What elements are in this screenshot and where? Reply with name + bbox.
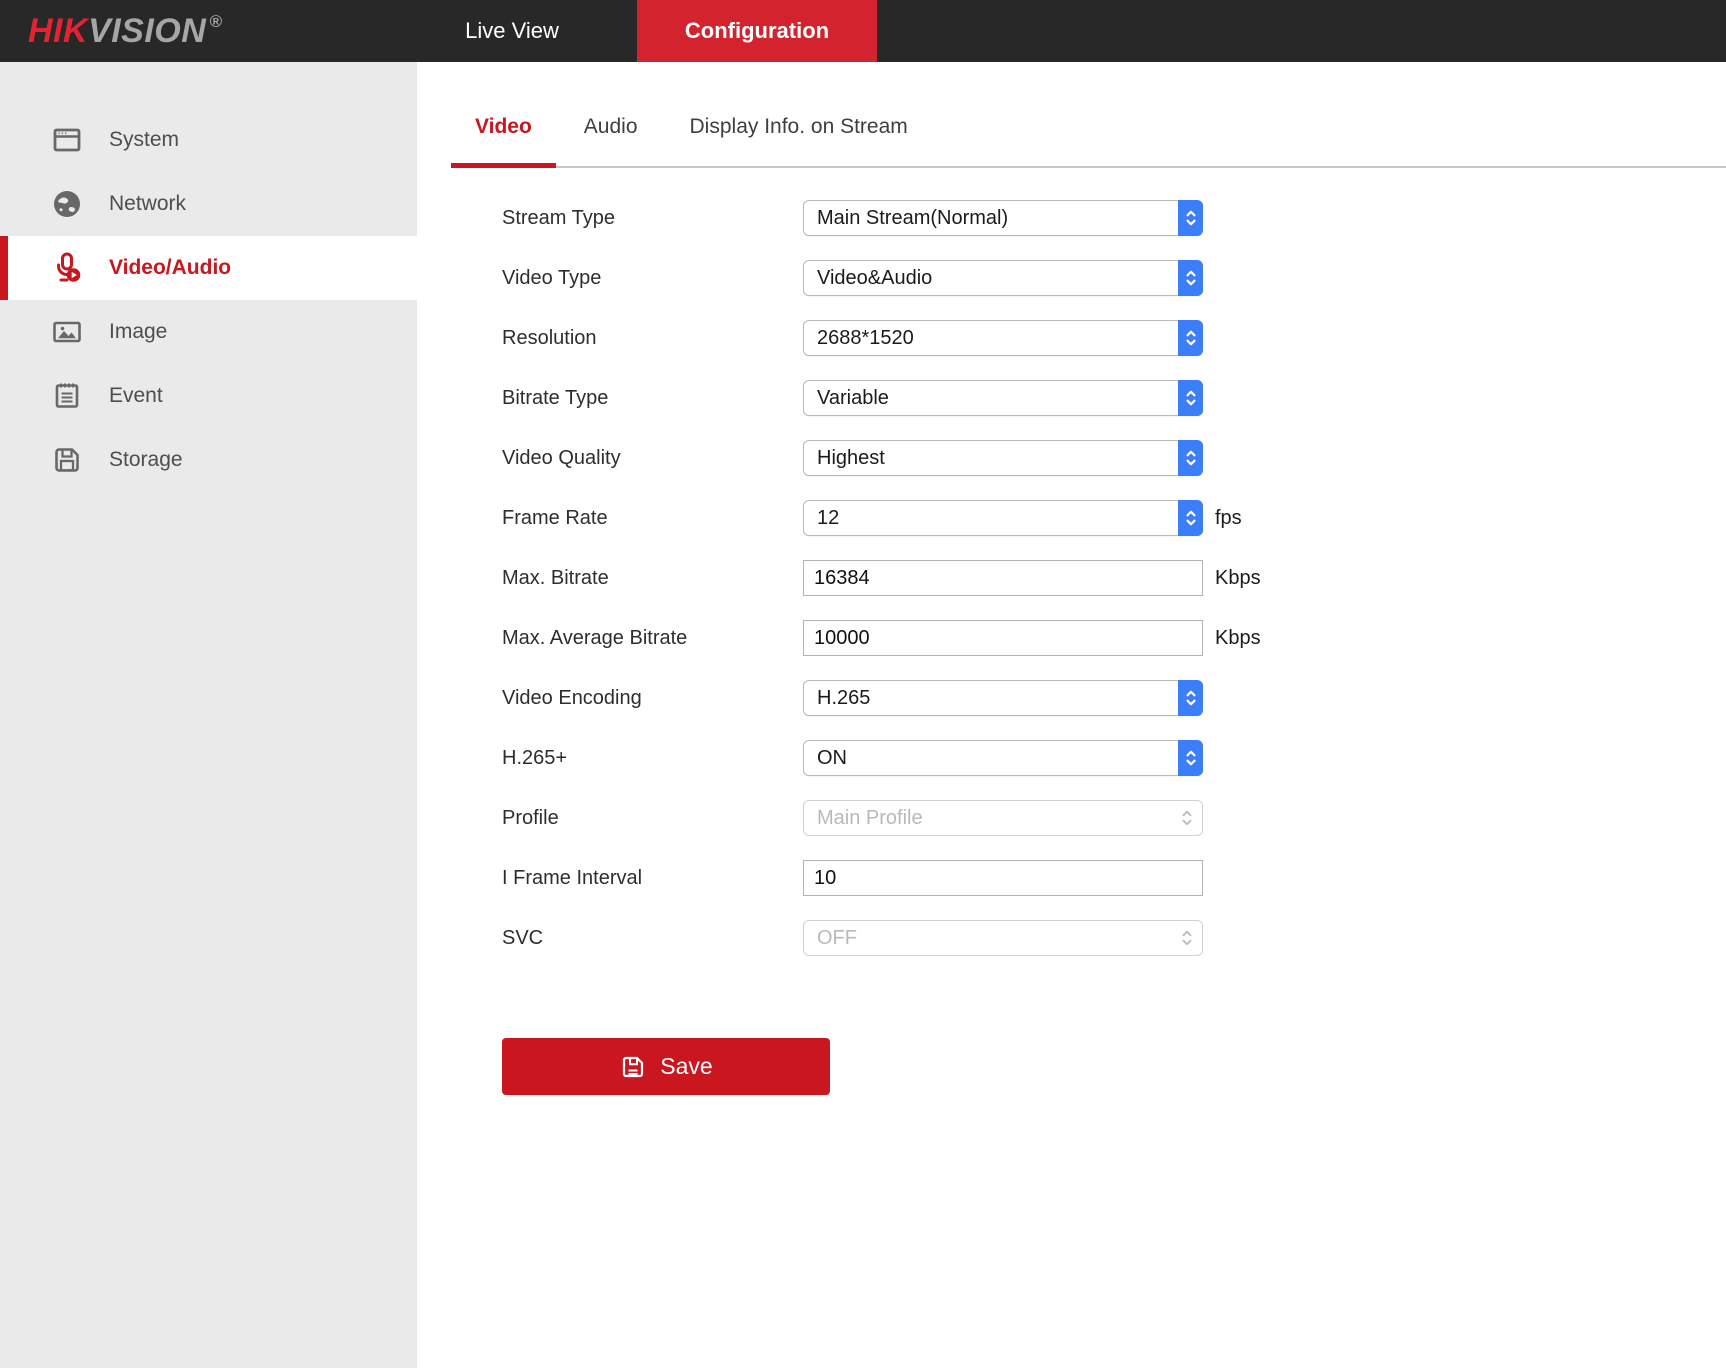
form-row-max-average-bitrate: Max. Average Bitrate Kbps xyxy=(502,608,1726,668)
form-row-bitrate-type: Bitrate Type Variable xyxy=(502,368,1726,428)
field-label: Video Type xyxy=(502,267,803,290)
profile-select: Main Profile xyxy=(803,800,1203,836)
field-label: Bitrate Type xyxy=(502,387,803,410)
field-label: H.265+ xyxy=(502,747,803,770)
nav-live-view[interactable]: Live View xyxy=(407,0,617,62)
field-label: Video Quality xyxy=(502,447,803,470)
form-row-svc: SVC OFF xyxy=(502,908,1726,968)
sidebar-item-image[interactable]: Image xyxy=(0,300,417,364)
select-arrows-icon xyxy=(1178,380,1203,416)
form-row-i-frame-interval: I Frame Interval xyxy=(502,848,1726,908)
sidebar-item-event[interactable]: Event xyxy=(0,364,417,428)
select-arrows-icon xyxy=(1178,740,1203,776)
sidebar-item-storage[interactable]: Storage xyxy=(0,428,417,492)
select-value: 12 xyxy=(804,507,1202,530)
tab-display-info-on-stream[interactable]: Display Info. on Stream xyxy=(666,102,932,166)
sidebar-item-label: Storage xyxy=(109,448,183,472)
sidebar-item-network[interactable]: Network xyxy=(0,172,417,236)
top-header-bar: HIKVISION® Live View Configuration xyxy=(0,0,1726,62)
stream-tabs: Video Audio Display Info. on Stream xyxy=(451,62,1726,168)
system-window-icon xyxy=(50,123,84,157)
field-label: Resolution xyxy=(502,327,803,350)
save-floppy-icon xyxy=(619,1053,647,1081)
select-value: Variable xyxy=(804,387,1202,410)
resolution-select[interactable]: 2688*1520 xyxy=(803,320,1203,356)
field-label: Video Encoding xyxy=(502,687,803,710)
sidebar-item-label: System xyxy=(109,128,179,152)
field-label: Max. Average Bitrate xyxy=(502,627,803,650)
select-arrows-icon xyxy=(1178,440,1203,476)
field-label: Stream Type xyxy=(502,207,803,230)
field-label: Frame Rate xyxy=(502,507,803,530)
sidebar-item-label: Event xyxy=(109,384,163,408)
field-label: Max. Bitrate xyxy=(502,567,803,590)
stream-type-select[interactable]: Main Stream(Normal) xyxy=(803,200,1203,236)
sidebar-item-label: Image xyxy=(109,320,167,344)
logo-vision-text: VISION xyxy=(88,12,206,51)
video-quality-select[interactable]: Highest xyxy=(803,440,1203,476)
sidebar-item-label: Network xyxy=(109,192,186,216)
registered-mark-icon: ® xyxy=(209,12,222,32)
select-arrows-icon xyxy=(1178,320,1203,356)
storage-floppy-icon xyxy=(50,443,84,477)
tab-video[interactable]: Video xyxy=(451,102,556,166)
select-arrows-icon xyxy=(1172,801,1202,835)
h265plus-select[interactable]: ON xyxy=(803,740,1203,776)
logo-hik-text: HIK xyxy=(28,12,88,51)
save-button-label: Save xyxy=(660,1053,712,1080)
save-button[interactable]: Save xyxy=(502,1038,830,1095)
max-bitrate-input[interactable] xyxy=(803,560,1203,596)
select-value: Highest xyxy=(804,447,1202,470)
bitrate-type-select[interactable]: Variable xyxy=(803,380,1203,416)
unit-label: Kbps xyxy=(1215,627,1261,650)
field-label: I Frame Interval xyxy=(502,867,803,890)
form-row-frame-rate: Frame Rate 12 fps xyxy=(502,488,1726,548)
tab-audio[interactable]: Audio xyxy=(560,102,662,166)
field-label: Profile xyxy=(502,807,803,830)
select-value: H.265 xyxy=(804,687,1202,710)
select-value: OFF xyxy=(804,927,1202,950)
form-row-resolution: Resolution 2688*1520 xyxy=(502,308,1726,368)
form-row-video-encoding: Video Encoding H.265 xyxy=(502,668,1726,728)
select-arrows-icon xyxy=(1178,680,1203,716)
globe-icon xyxy=(50,187,84,221)
form-row-h265plus: H.265+ ON xyxy=(502,728,1726,788)
select-arrows-icon xyxy=(1178,500,1203,536)
sidebar-item-video-audio[interactable]: Video/Audio xyxy=(0,236,417,300)
select-arrows-icon xyxy=(1178,260,1203,296)
hikvision-logo: HIKVISION® xyxy=(28,0,222,62)
sidebar-item-label: Video/Audio xyxy=(109,256,231,280)
svc-select: OFF xyxy=(803,920,1203,956)
video-encoding-select[interactable]: H.265 xyxy=(803,680,1203,716)
form-row-video-type: Video Type Video&Audio xyxy=(502,248,1726,308)
main-content: Video Audio Display Info. on Stream Stre… xyxy=(417,62,1726,1368)
form-row-video-quality: Video Quality Highest xyxy=(502,428,1726,488)
unit-label: Kbps xyxy=(1215,567,1261,590)
video-type-select[interactable]: Video&Audio xyxy=(803,260,1203,296)
max-average-bitrate-input[interactable] xyxy=(803,620,1203,656)
select-value: Main Stream(Normal) xyxy=(804,207,1202,230)
nav-configuration[interactable]: Configuration xyxy=(637,0,877,62)
picture-icon xyxy=(50,315,84,349)
sidebar-menu: System Network Video/Audio xyxy=(0,62,417,1368)
event-notepad-icon xyxy=(50,379,84,413)
select-arrows-icon xyxy=(1172,921,1202,955)
select-arrows-icon xyxy=(1178,200,1203,236)
select-value: 2688*1520 xyxy=(804,327,1202,350)
form-row-profile: Profile Main Profile xyxy=(502,788,1726,848)
video-settings-form: Stream Type Main Stream(Normal) Video Ty… xyxy=(417,168,1726,968)
form-row-stream-type: Stream Type Main Stream(Normal) xyxy=(502,188,1726,248)
form-row-max-bitrate: Max. Bitrate Kbps xyxy=(502,548,1726,608)
select-value: ON xyxy=(804,747,1202,770)
sidebar-item-system[interactable]: System xyxy=(0,108,417,172)
field-label: SVC xyxy=(502,927,803,950)
select-value: Main Profile xyxy=(804,807,1202,830)
i-frame-interval-input[interactable] xyxy=(803,860,1203,896)
mic-video-icon xyxy=(50,251,84,285)
frame-rate-select[interactable]: 12 xyxy=(803,500,1203,536)
select-value: Video&Audio xyxy=(804,267,1202,290)
unit-label: fps xyxy=(1215,507,1242,530)
